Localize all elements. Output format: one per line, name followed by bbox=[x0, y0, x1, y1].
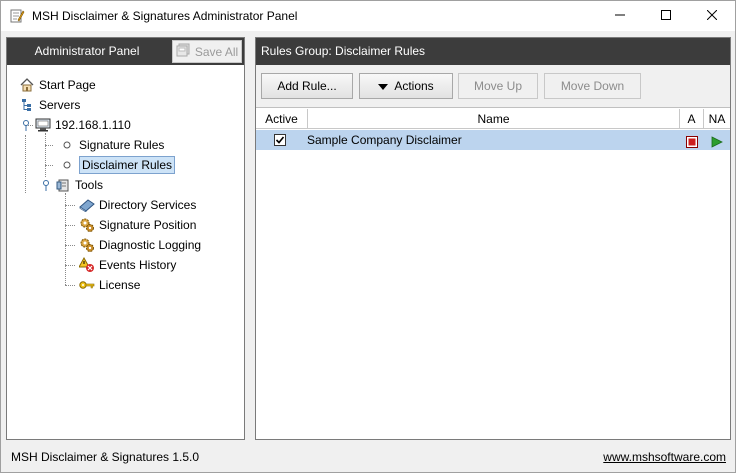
dropdown-arrow-icon bbox=[378, 79, 389, 93]
gear-icon bbox=[79, 217, 95, 233]
move-up-label: Move Up bbox=[473, 79, 523, 93]
save-all-button[interactable]: Save All bbox=[172, 40, 242, 63]
move-up-button[interactable]: Move Up bbox=[458, 73, 538, 99]
add-rule-button[interactable]: Add Rule... bbox=[261, 73, 353, 99]
status-bar: MSH Disclaimer & Signatures 1.5.0 www.ms… bbox=[1, 443, 735, 472]
tree-item-label: 192.168.1.110 bbox=[55, 118, 131, 132]
checkmark-icon bbox=[274, 134, 286, 146]
tree-item-signature-position[interactable]: Signature Position bbox=[79, 215, 196, 235]
tree-item-disclaimer-rules[interactable]: Disclaimer Rules bbox=[59, 155, 176, 175]
minimize-button[interactable] bbox=[597, 1, 643, 31]
tree-connector bbox=[65, 265, 75, 266]
minimize-icon bbox=[615, 9, 625, 23]
administrator-panel: Administrator Panel Save All Start Page … bbox=[6, 37, 245, 440]
close-icon bbox=[706, 9, 718, 23]
active-checkbox[interactable] bbox=[274, 134, 286, 154]
warning-icon bbox=[79, 257, 95, 273]
app-window: MSH Disclaimer & Signatures Administrato… bbox=[0, 0, 736, 473]
left-panel-header: Administrator Panel Save All bbox=[7, 38, 244, 65]
app-notepad-icon bbox=[9, 8, 25, 24]
rules-panel: Rules Group: Disclaimer Rules Add Rule..… bbox=[255, 37, 731, 440]
bullet-icon bbox=[59, 157, 75, 173]
move-down-label: Move Down bbox=[560, 79, 625, 93]
tree-connector bbox=[65, 225, 75, 226]
tree-item-label: Directory Services bbox=[99, 198, 197, 212]
tree-item-label: Disclaimer Rules bbox=[79, 156, 176, 174]
expand-handle-icon[interactable] bbox=[41, 177, 51, 193]
left-panel-title: Administrator Panel bbox=[34, 44, 140, 58]
tree-item-directory-services[interactable]: Directory Services bbox=[79, 195, 196, 215]
rules-toolbar: Add Rule... Actions Move Up Move Down bbox=[256, 65, 730, 108]
tree-item-label: Diagnostic Logging bbox=[99, 238, 202, 252]
tree-connector bbox=[45, 145, 53, 146]
maximize-button[interactable] bbox=[643, 1, 689, 31]
play-icon[interactable] bbox=[711, 134, 723, 154]
title-bar[interactable]: MSH Disclaimer & Signatures Administrato… bbox=[1, 1, 735, 31]
tree-item-label: Tools bbox=[75, 178, 104, 192]
tree-item-start-page[interactable]: Start Page bbox=[19, 75, 96, 95]
window-title: MSH Disclaimer & Signatures Administrato… bbox=[32, 9, 298, 23]
maximize-icon bbox=[661, 9, 671, 23]
tree-item-label: Signature Rules bbox=[79, 138, 165, 152]
key-icon bbox=[79, 277, 95, 293]
tree-item-label: Signature Position bbox=[99, 218, 197, 232]
tree-item-events-history[interactable]: Events History bbox=[79, 255, 176, 275]
rule-name: Sample Company Disclaimer bbox=[307, 133, 462, 147]
tree-item-tools[interactable]: Tools bbox=[41, 175, 103, 195]
column-header-na[interactable]: NA bbox=[704, 109, 730, 129]
move-down-button[interactable]: Move Down bbox=[544, 73, 641, 99]
table-row[interactable]: Sample Company Disclaimer bbox=[256, 130, 730, 150]
tree-item-server-host[interactable]: 192.168.1.110 bbox=[21, 115, 131, 135]
gear-icon bbox=[79, 237, 95, 253]
tree-item-label: Start Page bbox=[39, 78, 96, 92]
website-link[interactable]: www.mshsoftware.com bbox=[603, 450, 726, 464]
tree-item-label: Servers bbox=[39, 98, 81, 112]
stop-icon[interactable] bbox=[686, 134, 698, 154]
tree-item-label: License bbox=[99, 278, 141, 292]
tree-connector bbox=[65, 205, 75, 206]
tree-connector bbox=[65, 285, 75, 286]
column-header-active[interactable]: Active bbox=[256, 109, 308, 129]
bullet-icon bbox=[59, 137, 75, 153]
tree-item-label: Events History bbox=[99, 258, 177, 272]
tools-icon bbox=[55, 177, 71, 193]
tree-connector bbox=[65, 245, 75, 246]
rules-group-title: Rules Group: Disclaimer Rules bbox=[256, 38, 730, 65]
home-icon bbox=[19, 77, 35, 93]
close-button[interactable] bbox=[689, 1, 735, 31]
tree-connector bbox=[45, 133, 46, 177]
tree-item-diagnostic-logging[interactable]: Diagnostic Logging bbox=[79, 235, 201, 255]
tree-item-signature-rules[interactable]: Signature Rules bbox=[59, 135, 164, 155]
tree-connector bbox=[45, 165, 53, 166]
actions-button[interactable]: Actions bbox=[359, 73, 453, 99]
book-icon bbox=[79, 197, 95, 213]
column-header-name[interactable]: Name bbox=[308, 109, 680, 129]
table-header: Active Name A NA bbox=[256, 109, 730, 129]
navigation-tree: Start Page Servers 192.168.1.110 Signatu… bbox=[7, 65, 244, 439]
tree-icon bbox=[19, 97, 35, 113]
save-icon bbox=[176, 43, 190, 60]
expand-handle-icon[interactable] bbox=[21, 117, 31, 133]
save-all-label: Save All bbox=[194, 44, 239, 59]
tree-connector bbox=[65, 193, 66, 285]
column-header-a[interactable]: A bbox=[680, 109, 704, 129]
actions-label: Actions bbox=[394, 79, 434, 93]
tree-item-servers[interactable]: Servers bbox=[19, 95, 80, 115]
add-rule-label: Add Rule... bbox=[277, 79, 337, 93]
version-label: MSH Disclaimer & Signatures 1.5.0 bbox=[11, 450, 200, 464]
computer-icon bbox=[35, 117, 51, 133]
tree-connector bbox=[25, 135, 26, 193]
tree-item-license[interactable]: License bbox=[79, 275, 140, 295]
